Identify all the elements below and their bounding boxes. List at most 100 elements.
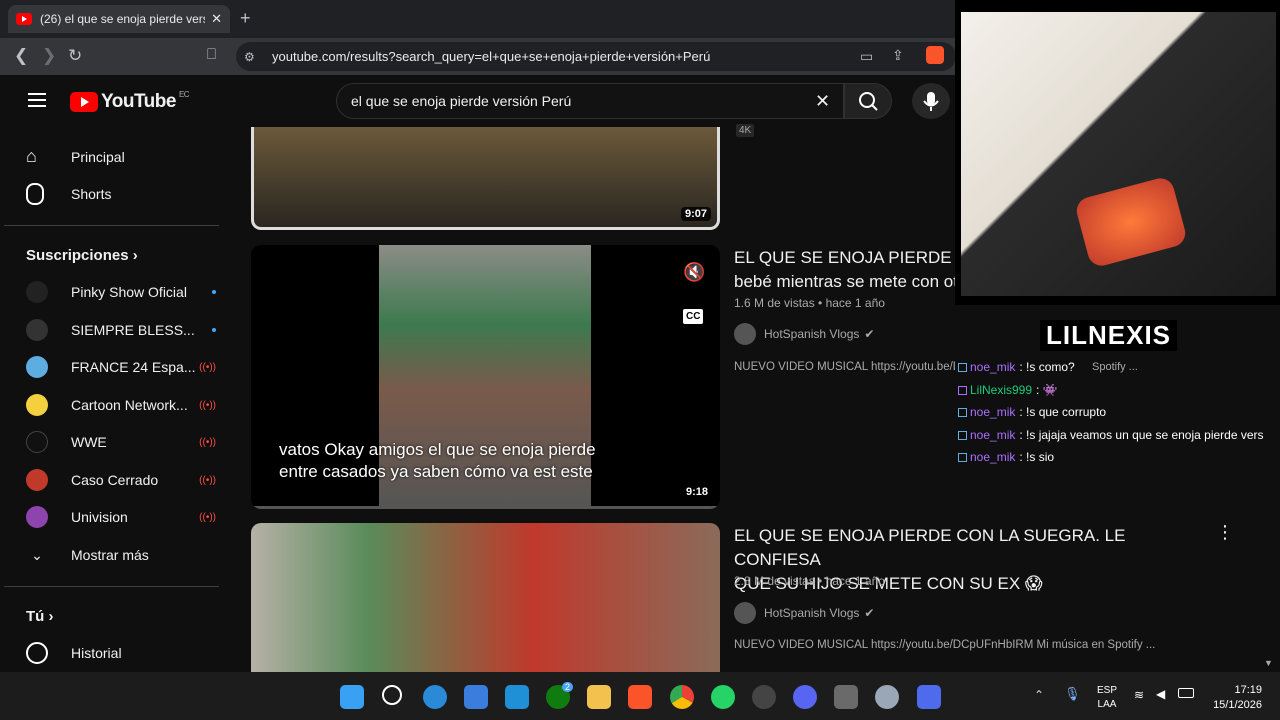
divider	[4, 586, 219, 587]
hamburger-menu-icon[interactable]	[28, 93, 46, 107]
forward-icon[interactable]: ❯	[42, 46, 56, 66]
file-explorer-icon[interactable]	[587, 685, 611, 709]
close-tab-icon[interactable]: ✕	[211, 11, 222, 27]
chrome-icon[interactable]	[670, 685, 694, 709]
back-icon[interactable]: ❮	[14, 46, 28, 66]
reload-icon[interactable]: ↻	[68, 46, 82, 66]
sidebar-subscription[interactable]: SIEMPRE BLESS...	[26, 319, 216, 341]
search-taskbar-icon[interactable]	[382, 685, 402, 705]
chat-message: noe_mik : !s como?	[958, 360, 1075, 374]
caption-line: entre casados ya saben cómo va est este	[279, 462, 593, 481]
channel-avatar	[26, 469, 48, 491]
battery-icon[interactable]	[1178, 688, 1194, 698]
badge-icon	[958, 362, 967, 372]
start-icon[interactable]	[340, 685, 364, 709]
voice-search-button[interactable]	[912, 83, 950, 119]
channel-name: SIEMPRE BLESS...	[71, 322, 195, 338]
notification-badge: 2	[562, 682, 574, 692]
sidebar-item-shorts[interactable]: Shorts	[26, 183, 216, 205]
tray-microphone-icon[interactable]: 🎙	[1064, 686, 1081, 702]
sidebar-item-history[interactable]: Historial	[26, 642, 216, 664]
history-icon	[26, 642, 48, 664]
sidebar-subscription[interactable]: Caso Cerrado ((•))	[26, 469, 216, 491]
youtube-logo[interactable]: YouTube EC	[70, 89, 190, 113]
share-icon[interactable]: ⇪	[892, 47, 904, 64]
home-icon: ⌂	[26, 146, 37, 166]
channel-avatar	[734, 323, 756, 345]
progress-track[interactable]	[251, 506, 720, 509]
brave-shield-icon[interactable]	[926, 46, 944, 64]
duration-badge: 9:07	[680, 207, 711, 221]
brave-icon[interactable]	[628, 685, 652, 709]
chat-message: noe_mik : !s jajaja veamos un que se eno…	[958, 428, 1280, 442]
video-thumbnail[interactable]: vatos Okay amigos el que se enoja pierde…	[251, 245, 720, 509]
chat-message: LilNexis999 : 👾	[958, 383, 1058, 397]
store-icon[interactable]	[464, 685, 488, 709]
channel-avatar	[26, 356, 48, 378]
wifi-icon[interactable]: ≋	[1134, 688, 1144, 702]
title-line: bebé mientras se mete con ot	[734, 272, 955, 291]
verified-icon: ✔	[864, 606, 875, 620]
channel-link[interactable]: HotSpanish Vlogs ✔	[734, 602, 874, 624]
volume-icon[interactable]: ◀	[1156, 687, 1165, 701]
app-icon-2[interactable]	[917, 685, 941, 709]
sidebar-item-label: Shorts	[71, 186, 112, 202]
game-icon[interactable]	[834, 685, 858, 709]
sidebar-subscription[interactable]: Pinky Show Oficial	[26, 281, 216, 303]
settings-icon[interactable]	[875, 685, 899, 709]
search-icon	[859, 92, 878, 111]
clear-search-icon[interactable]: ✕	[815, 91, 830, 112]
keyboard-code: LAA	[1097, 699, 1117, 710]
sidebar-subscription[interactable]: WWE ((•))	[26, 431, 216, 453]
video-description: NUEVO VIDEO MUSICAL https://youtu.be/DCp…	[734, 639, 1156, 651]
clock[interactable]: 17:19 15/1/2026	[1206, 683, 1262, 713]
cast-icon[interactable]: ▭	[860, 48, 873, 65]
channel-link[interactable]: HotSpanish Vlogs ✔	[734, 323, 874, 345]
country-code: EC	[178, 89, 190, 99]
mute-icon[interactable]: 🔇	[683, 262, 705, 283]
video-title[interactable]: EL QUE SE ENOJA PIERDE EN bebé mientras …	[734, 246, 955, 294]
browser-tab[interactable]: (26) el que se enoja pierde versió ✕	[8, 5, 230, 33]
tray-chevron-up-icon[interactable]: ⌃	[1034, 688, 1044, 702]
search-button[interactable]	[844, 83, 892, 119]
date-text: 15/1/2026	[1213, 699, 1262, 711]
sidebar-subscription[interactable]: Univision ((•))	[26, 506, 216, 528]
video-thumbnail[interactable]: 9:07	[251, 127, 720, 230]
scroll-down-arrow-icon[interactable]: ▼	[1264, 658, 1273, 668]
channel-name: HotSpanish Vlogs	[764, 327, 860, 341]
url-field[interactable]: youtube.com/results?search_query=el+que+…	[236, 42, 956, 71]
live-icon: ((•))	[199, 361, 216, 373]
sidebar-subscription[interactable]: Cartoon Network... ((•))	[26, 394, 216, 416]
chat-text: : 👾	[1036, 383, 1058, 397]
live-icon: ((•))	[199, 474, 216, 486]
you-label: Tú	[26, 608, 45, 625]
you-header[interactable]: Tú ›	[26, 608, 54, 625]
more-options-icon[interactable]: ⋮	[1216, 522, 1234, 543]
microphone-light	[1073, 175, 1189, 269]
cc-button[interactable]: CC	[683, 309, 704, 324]
bookmark-icon[interactable]: ⎕	[207, 46, 216, 63]
title-line: EL QUE SE ENOJA PIERDE CON LA SUEGRA. LE…	[734, 526, 1126, 569]
logo-text: YouTube	[101, 91, 176, 112]
chat-user: noe_mik	[970, 428, 1016, 442]
sidebar-item-home[interactable]: ⌂ Principal	[26, 146, 216, 168]
chevron-right-icon: ›	[132, 247, 138, 264]
show-more-button[interactable]: ⌄ Mostrar más	[26, 544, 216, 566]
channel-name: FRANCE 24 Espa...	[71, 359, 196, 375]
site-info-icon[interactable]: ⚙	[244, 50, 255, 64]
discord-icon[interactable]	[793, 685, 817, 709]
subscriptions-header[interactable]: Suscripciones ›	[26, 247, 138, 264]
new-tab-icon[interactable]: +	[240, 8, 251, 29]
channel-name: Pinky Show Oficial	[71, 284, 187, 300]
app-icon[interactable]	[505, 685, 529, 709]
sidebar-subscription[interactable]: FRANCE 24 Espa... ((•))	[26, 356, 216, 378]
streamer-name: LILNEXIS	[1040, 320, 1178, 351]
edge-icon[interactable]	[423, 685, 447, 709]
whatsapp-icon[interactable]	[711, 685, 735, 709]
webcam-feed	[961, 12, 1276, 296]
live-icon: ((•))	[199, 511, 216, 523]
search-input[interactable]: el que se enoja pierde versión Perú ✕	[336, 83, 844, 119]
obs-icon[interactable]	[752, 685, 776, 709]
language-indicator[interactable]: ESP LAA	[1097, 684, 1117, 712]
video-thumbnail[interactable]	[251, 523, 720, 672]
